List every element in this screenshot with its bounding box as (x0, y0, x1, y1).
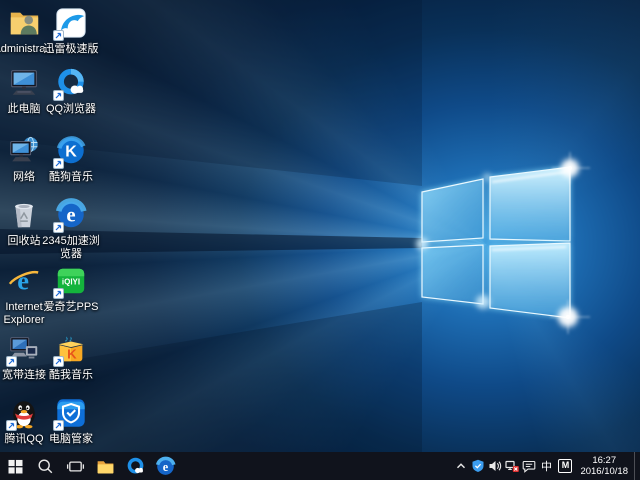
qq-browser-icon (54, 66, 88, 100)
desktop-icon-grid: Administra...迅雷极速版此电脑QQ浏览器网络K酷狗音乐回收站e234… (0, 0, 640, 452)
shortcut-arrow-badge (6, 356, 17, 367)
clock-time: 16:27 (580, 455, 628, 466)
svg-text:e: e (66, 204, 75, 227)
action-center[interactable] (520, 452, 537, 480)
e-sphere-icon: e (54, 198, 88, 232)
shortcut-arrow-badge (53, 288, 64, 299)
folder-icon (95, 456, 116, 477)
ime-indicator[interactable]: M (558, 459, 572, 473)
taskbar-clock[interactable]: 16:27 2016/10/18 (575, 455, 634, 477)
desktop-icon-label: 酷我音乐 (49, 369, 93, 382)
desktop-icon-label: 爱奇艺PPS (43, 301, 98, 314)
shortcut-arrow-badge (53, 90, 64, 101)
language-indicator[interactable]: 中 (537, 458, 555, 474)
shield-square-icon (54, 396, 88, 430)
iqiyi-icon: iQIYI (54, 264, 88, 298)
svg-text:K: K (65, 143, 77, 161)
hidden-icons-chevron[interactable] (452, 452, 469, 480)
desktop-icon-kuwo-music[interactable]: ♪♪K 酷我音乐 (33, 332, 109, 382)
desktop-icon-iqiyi-pps[interactable]: iQIYI 爱奇艺PPS (33, 264, 109, 314)
search-button[interactable] (30, 452, 60, 480)
kugou-icon: K (54, 134, 88, 168)
desktop-icon-label: 网络 (13, 171, 35, 184)
task-view-icon (65, 456, 86, 477)
desktop-icon-pc-manager[interactable]: 电脑管家 (33, 396, 109, 446)
chevron-up-icon (454, 459, 468, 473)
svg-text:K: K (67, 346, 77, 361)
shortcut-arrow-badge (6, 420, 17, 431)
show-desktop-button[interactable] (634, 452, 640, 480)
2345-browser-button[interactable]: e (150, 452, 180, 480)
desktop-icon-label: 迅雷极速版 (44, 43, 99, 56)
thunder-icon (54, 6, 88, 40)
desktop-icon-qq-browser[interactable]: QQ浏览器 (33, 66, 109, 116)
e-sphere-small-icon: e (155, 456, 176, 477)
desktop-icon-label: 酷狗音乐 (49, 171, 93, 184)
qq-browser-small-icon (125, 456, 146, 477)
windows-logo-icon (5, 456, 26, 477)
desktop-icon-kugou-music[interactable]: K 酷狗音乐 (33, 134, 109, 184)
qq-browser-button[interactable] (120, 452, 150, 480)
desktop-icon-label: 电脑管家 (49, 433, 93, 446)
task-view-button[interactable] (60, 452, 90, 480)
message-bubble-icon (522, 459, 536, 473)
tray-icons (452, 452, 537, 480)
file-explorer-button[interactable] (90, 452, 120, 480)
network-x-icon (505, 459, 519, 473)
shortcut-arrow-badge (53, 158, 64, 169)
svg-text:iQIYI: iQIYI (62, 277, 80, 286)
desktop-icon-xunlei-speed[interactable]: 迅雷极速版 (33, 6, 109, 56)
shortcut-arrow-badge (53, 420, 64, 431)
shortcut-arrow-badge (53, 30, 64, 41)
system-tray: 中 M 16:27 2016/10/18 (452, 452, 640, 480)
svg-text:e: e (162, 459, 168, 473)
shield-tray-icon (471, 459, 485, 473)
taskbar: e 中 M 16:27 2016/10/18 (0, 452, 640, 480)
desktop-icon-label: 2345加速浏览器 (42, 235, 99, 261)
search-icon (35, 456, 56, 477)
kuwo-icon: ♪♪K (54, 332, 88, 366)
network-disconnected[interactable] (503, 452, 520, 480)
svg-text:e: e (17, 266, 29, 296)
desktop-icon-label: QQ浏览器 (46, 103, 96, 116)
desktop-icon-2345-browser[interactable]: e 2345加速浏览器 (33, 198, 109, 261)
taskbar-buttons: e (0, 452, 180, 480)
shortcut-arrow-badge (53, 222, 64, 233)
start-button[interactable] (0, 452, 30, 480)
pc-manager-tray[interactable] (469, 452, 486, 480)
speaker-icon (488, 459, 502, 473)
clock-date: 2016/10/18 (580, 466, 628, 477)
windows-10-desktop: { "wallpaper": { "name": "windows-10-her… (0, 0, 640, 480)
shortcut-arrow-badge (53, 356, 64, 367)
volume[interactable] (486, 452, 503, 480)
